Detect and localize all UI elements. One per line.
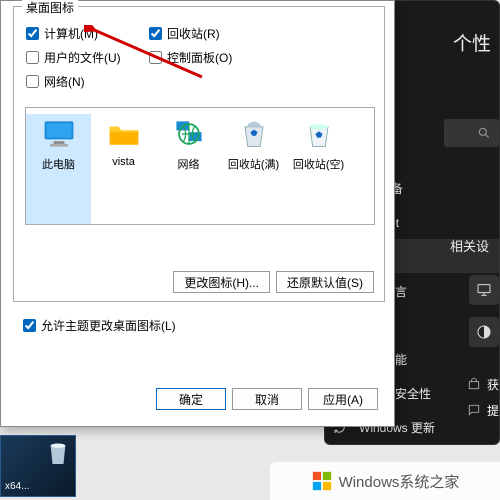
- settings-title: 个性: [453, 29, 491, 56]
- group-title: 桌面图标: [22, 0, 78, 16]
- icon-bin-full[interactable]: 回收站(满): [221, 114, 286, 224]
- recycle-bin-icon[interactable]: [47, 440, 69, 466]
- icon-preview-pane: 此电脑 vista 网络 回收站(满) 回收站(空): [25, 107, 375, 225]
- icon-vista[interactable]: vista: [91, 114, 156, 224]
- related-settings-title: 相关设: [450, 236, 489, 255]
- check-allow-theme[interactable]: 允许主题更改桌面图标(L): [23, 317, 176, 334]
- network-icon: [171, 116, 207, 152]
- apply-button[interactable]: 应用(A): [308, 388, 378, 410]
- check-network[interactable]: 网络(N): [26, 73, 85, 90]
- desktop-icon-dialog: 桌面图标 计算机(M) 回收站(R) 用户的文件(U) 控制面板(O) 网络(N…: [0, 0, 395, 427]
- change-icon-button[interactable]: 更改图标(H)...: [173, 271, 270, 293]
- link-feedback[interactable]: 提: [467, 397, 499, 423]
- search-icon: [477, 126, 491, 140]
- check-controlpanel[interactable]: 控制面板(O): [149, 49, 232, 66]
- icon-network[interactable]: 网络: [156, 114, 221, 224]
- icon-button-row: 更改图标(H)... 还原默认值(S): [173, 271, 374, 293]
- dialog-footer: 确定 取消 应用(A): [156, 388, 378, 410]
- desktop-icons-group: 桌面图标 计算机(M) 回收站(R) 用户的文件(U) 控制面板(O) 网络(N…: [13, 6, 385, 302]
- search-input[interactable]: [444, 119, 499, 147]
- watermark: Windows系统之家: [270, 462, 500, 500]
- restore-defaults-button[interactable]: 还原默认值(S): [276, 271, 374, 293]
- recycle-full-icon: [236, 116, 272, 152]
- folder-icon: [106, 116, 142, 152]
- desktop-label: x64...: [5, 481, 29, 492]
- icon-bin-empty[interactable]: 回收站(空): [286, 114, 351, 224]
- icon-thispc[interactable]: 此电脑: [26, 114, 91, 224]
- related-links: 获 提: [467, 371, 499, 423]
- cancel-button[interactable]: 取消: [232, 388, 302, 410]
- desktop-fragment: x64...: [0, 435, 76, 497]
- check-computer[interactable]: 计算机(M): [26, 25, 98, 42]
- ok-button[interactable]: 确定: [156, 388, 226, 410]
- store-icon: [467, 377, 481, 391]
- recycle-empty-icon: [301, 116, 337, 152]
- check-userfiles[interactable]: 用户的文件(U): [26, 49, 121, 66]
- feedback-icon: [467, 403, 481, 417]
- windows-logo-icon: [311, 470, 333, 492]
- check-recycle[interactable]: 回收站(R): [149, 25, 220, 42]
- pc-icon: [41, 116, 77, 152]
- link-store[interactable]: 获: [467, 371, 499, 397]
